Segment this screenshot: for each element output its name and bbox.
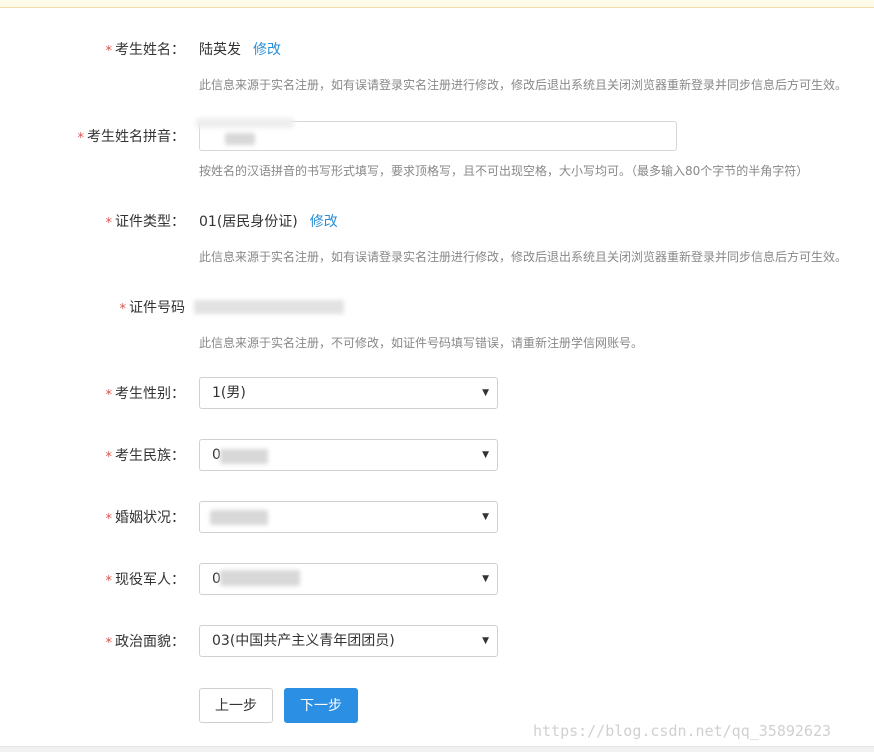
name-label: * 考生姓名： [105,42,186,59]
chevron-down-icon: ▼ [482,636,489,646]
redacted-id-number [194,300,344,314]
required-mark: * [105,450,113,465]
prev-step-button[interactable]: 上一步 [199,688,273,723]
political-label: * 政治面貌： [105,634,186,651]
chevron-down-icon: ▼ [482,574,489,584]
required-mark: * [105,216,113,231]
gender-selected-value: 1(男) [212,385,246,401]
required-mark: * [105,636,113,651]
redacted-overlay [210,510,268,525]
pinyin-hint: 按姓名的汉语拼音的书写形式填写，要求顶格写，且不可出现空格，大小写均可。（最多输… [199,164,809,178]
political-selected-value: 03(中国共产主义青年团团员) [212,633,395,649]
marital-label: * 婚姻状况： [105,510,186,527]
id-number-label: * 证件号码 [119,300,186,317]
redacted-overlay [196,118,294,128]
id-number-hint: 此信息来源于实名注册，不可修改，如证件号码填写错误，请重新注册学信网账号。 [199,336,644,350]
gender-label: * 考生性别： [105,386,186,403]
required-mark: * [77,131,85,146]
military-label: * 现役军人： [105,572,186,589]
chevron-down-icon: ▼ [482,450,489,460]
id-type-label: * 证件类型： [105,214,186,231]
redacted-overlay [220,570,300,586]
required-mark: * [105,574,113,589]
ethnicity-label: * 考生民族： [105,448,186,465]
id-type-value-group: 01(居民身份证) 修改 [199,213,338,231]
id-type-value: 01(居民身份证) [199,214,298,230]
next-step-button[interactable]: 下一步 [284,688,358,723]
political-select[interactable]: 03(中国共产主义青年团团员) ▼ [199,625,498,657]
chevron-down-icon: ▼ [482,512,489,522]
required-mark: * [105,512,113,527]
chevron-down-icon: ▼ [482,388,489,398]
bottom-strip [0,746,874,752]
required-mark: * [119,302,127,317]
name-hint: 此信息来源于实名注册，如有误请登录实名注册进行修改，修改后退出系统且关闭浏览器重… [199,78,848,92]
watermark-text: https://blog.csdn.net/qq_35892623 [533,722,832,740]
required-mark: * [105,388,113,403]
redacted-overlay [220,449,268,464]
pinyin-label: * 考生姓名拼音： [77,129,186,146]
id-type-hint: 此信息来源于实名注册，如有误请登录实名注册进行修改，修改后退出系统且关闭浏览器重… [199,250,848,264]
name-value: 陆英发 [199,42,241,58]
name-edit-link[interactable]: 修改 [253,42,281,58]
gender-select[interactable]: 1(男) ▼ [199,377,498,409]
required-mark: * [105,44,113,59]
id-type-edit-link[interactable]: 修改 [310,214,338,230]
top-notice-strip [0,0,874,8]
name-value-group: 陆英发 修改 [199,41,281,59]
redacted-overlay [225,133,255,145]
